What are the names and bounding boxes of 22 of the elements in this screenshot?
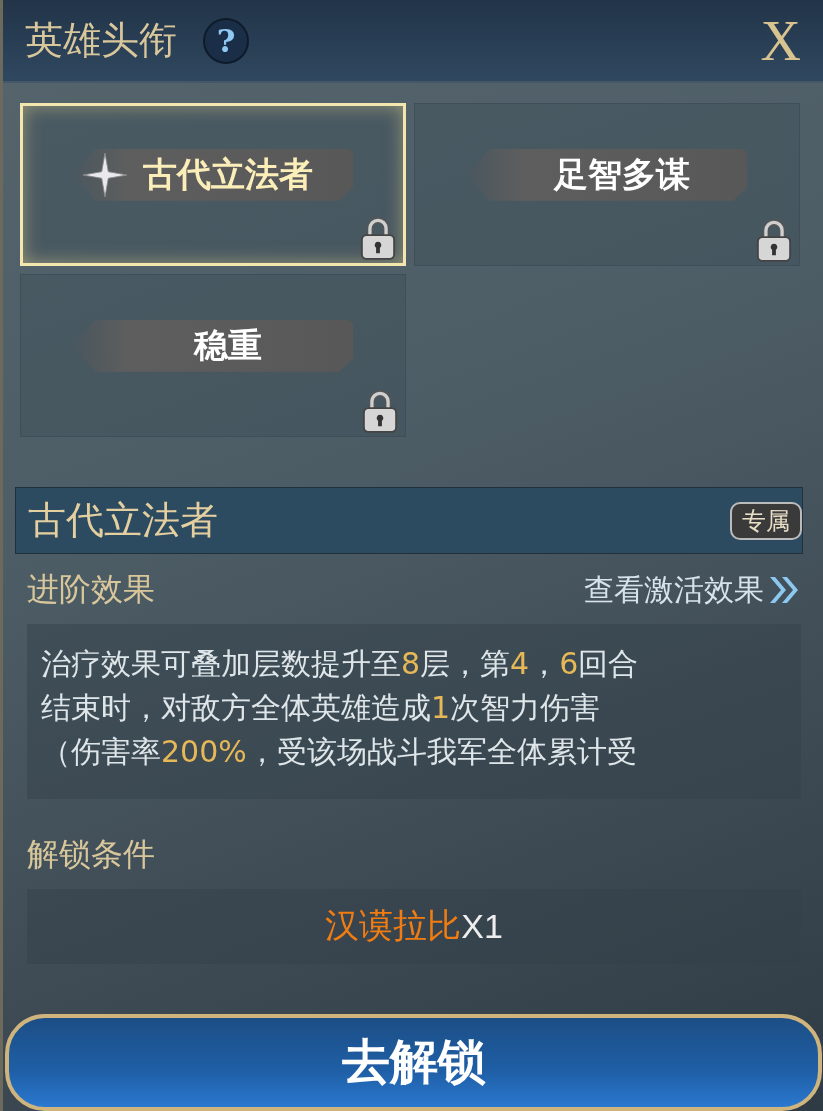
title-card[interactable]: 足智多谋 <box>414 103 800 267</box>
count-text: X1 <box>461 906 503 946</box>
hero-name: 汉谟拉比 <box>325 904 462 948</box>
section-heading: 进阶效果 <box>27 569 155 611</box>
title-card[interactable]: 古代立法者 <box>20 103 406 267</box>
description-line: 治疗效果可叠加层数提升至8层，第4，6回合 <box>41 645 640 684</box>
description-line: 结束时，对敌方全体英雄造成1次智力伤害 <box>41 689 602 728</box>
close-button[interactable]: X <box>760 8 801 73</box>
title-label: 足智多谋 <box>552 152 690 196</box>
detail-title: 古代立法者 <box>28 497 218 545</box>
help-button[interactable]: ? <box>203 17 249 64</box>
exclusive-tag: 专属 <box>730 501 802 540</box>
title-label: 稳重 <box>192 323 262 367</box>
double-chevron-icon <box>767 575 801 606</box>
view-effect-link[interactable]: 查看激活效果 <box>584 569 764 611</box>
unlock-button[interactable]: 去解锁 <box>5 1013 822 1111</box>
title-label: 古代立法者 <box>142 152 313 196</box>
section-heading: 解锁条件 <box>27 833 156 875</box>
title-card[interactable]: 稳重 <box>20 274 406 438</box>
window-title: 英雄头衔 <box>25 17 177 65</box>
star-icon <box>83 152 127 197</box>
description-line: （伤害率200%，受该场战斗我军全体累计受 <box>41 733 638 772</box>
